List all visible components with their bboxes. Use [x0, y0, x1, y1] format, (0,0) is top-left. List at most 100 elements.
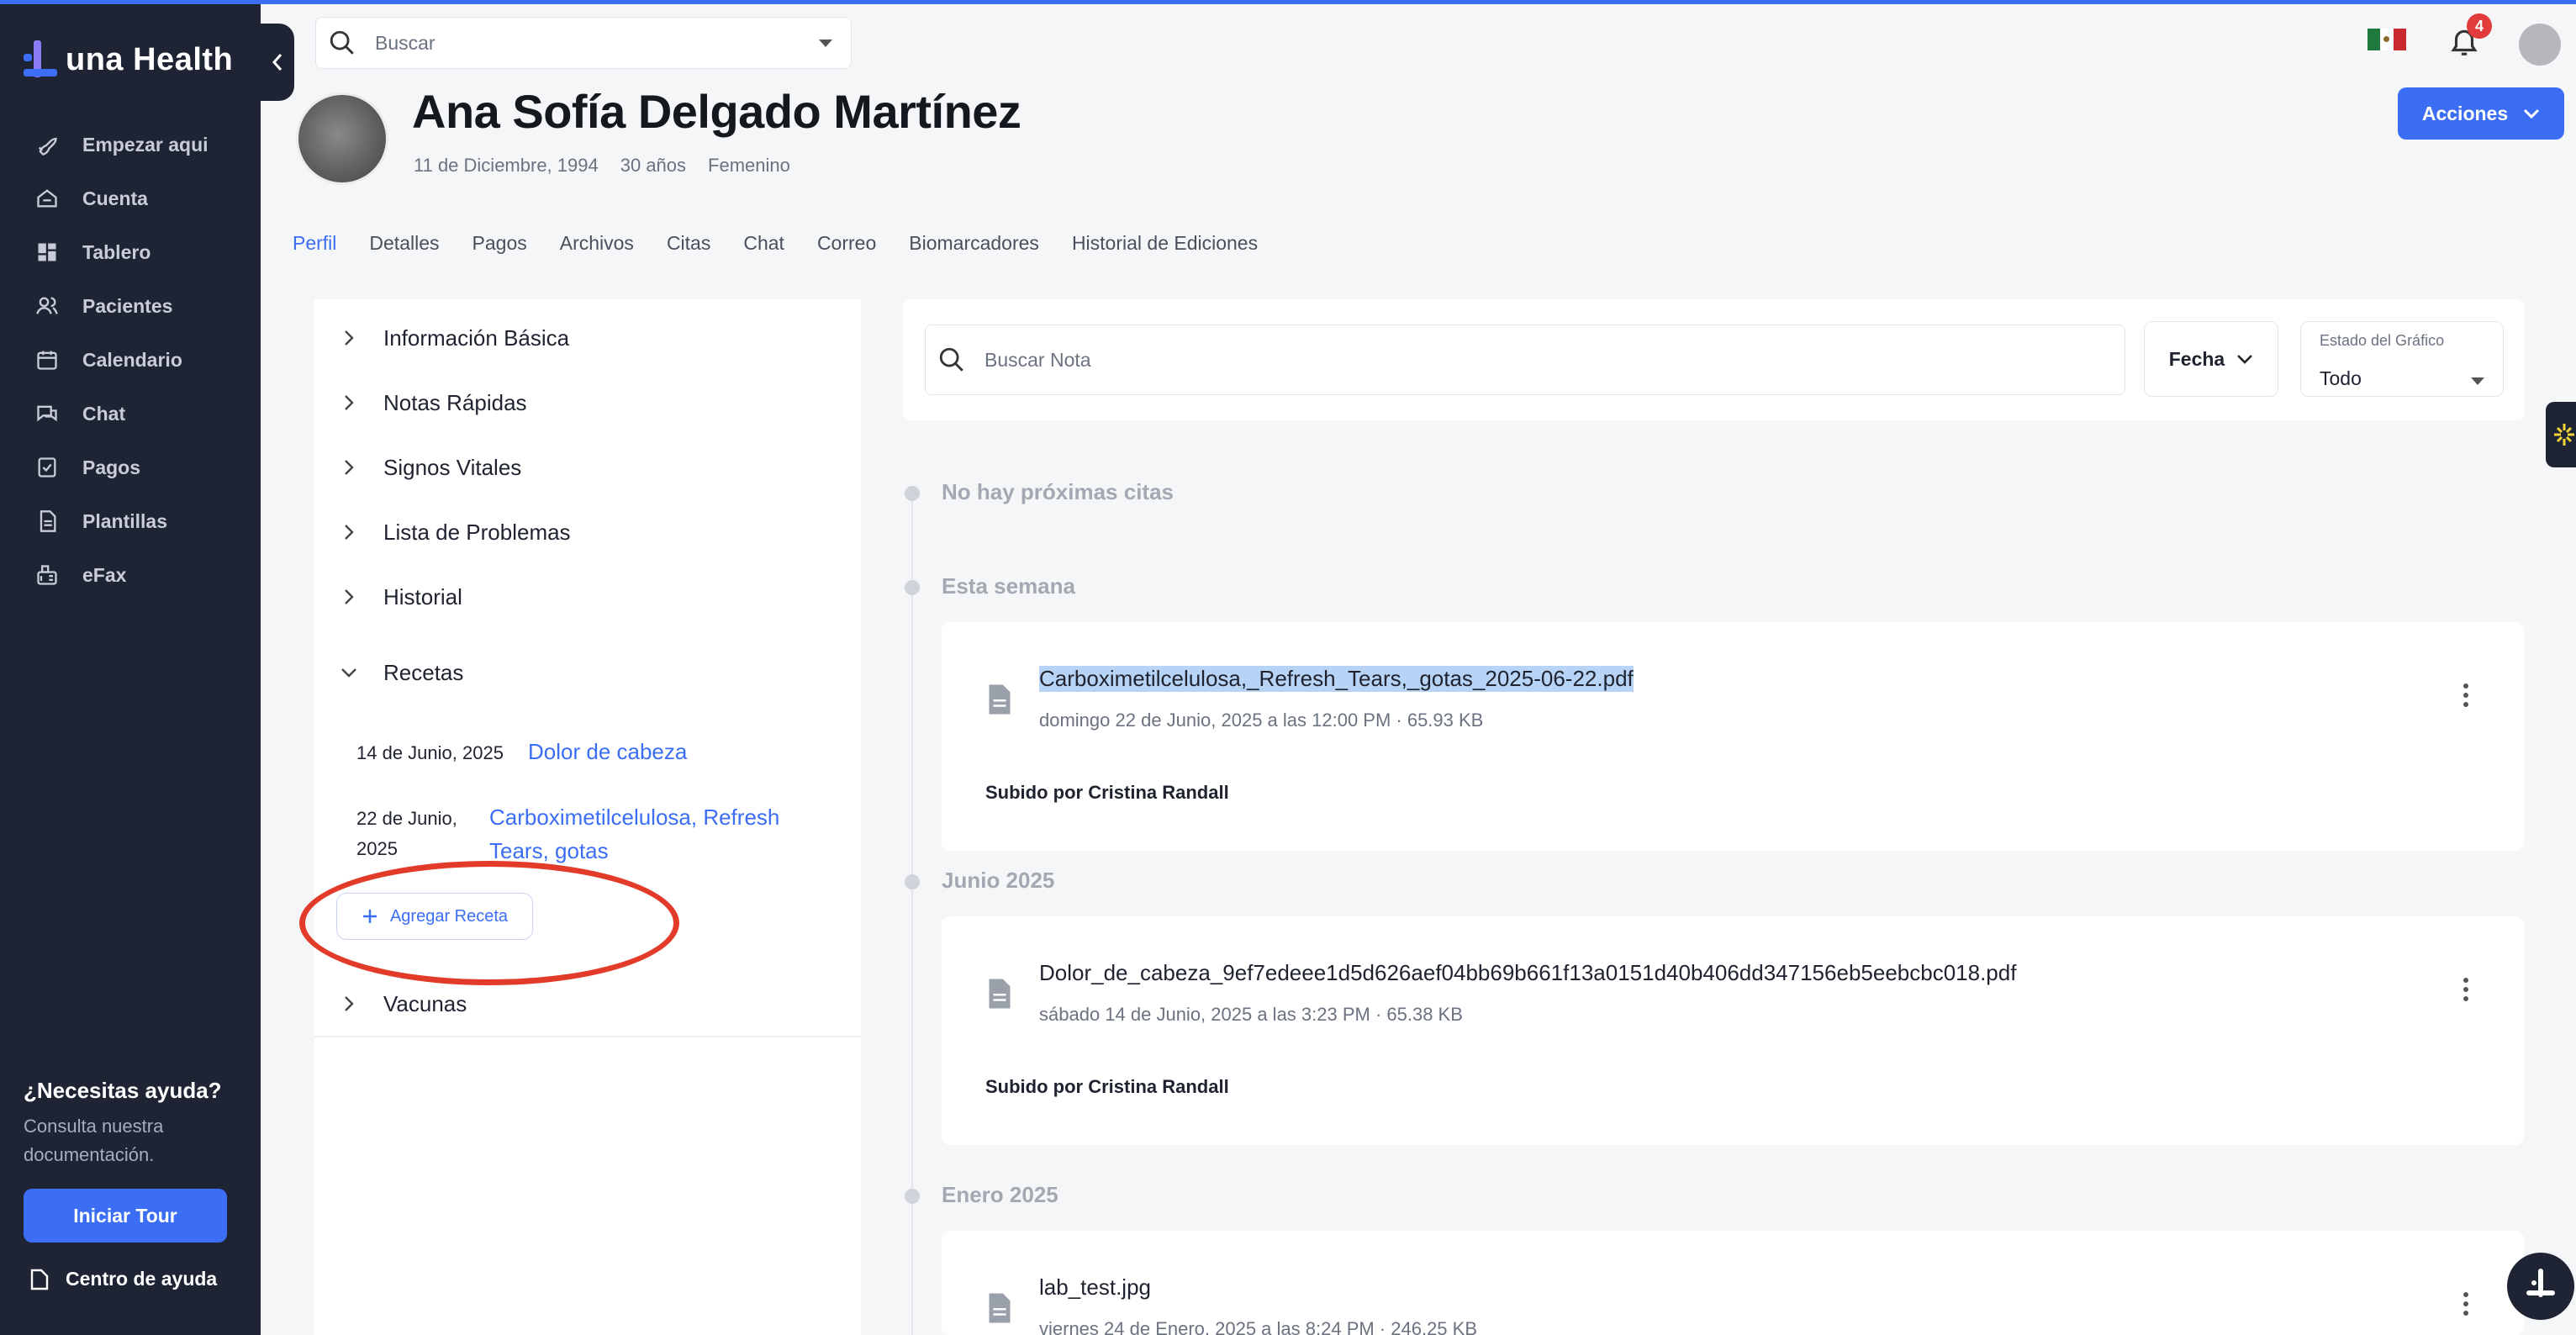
user-avatar[interactable] — [2519, 24, 2561, 66]
section-signos-vitales[interactable]: Signos Vitales — [314, 442, 861, 493]
sidebar-item-label: eFax — [82, 563, 127, 586]
date-filter-button[interactable]: Fecha — [2144, 321, 2278, 397]
section-informacion-basica[interactable]: Información Básica — [314, 313, 861, 363]
chevron-left-icon — [272, 54, 282, 71]
notification-badge: 4 — [2467, 13, 2492, 39]
tab-pagos[interactable]: Pagos — [472, 232, 527, 255]
tab-detalles[interactable]: Detalles — [369, 232, 439, 255]
tab-perfil[interactable]: Perfil — [293, 232, 336, 255]
help-center-link[interactable]: Centro de ayuda — [30, 1268, 217, 1290]
section-label: Vacunas — [383, 990, 467, 1016]
note-search-input[interactable]: Buscar Nota — [925, 325, 2125, 395]
timeline-group-label: No hay próximas citas — [942, 479, 1174, 504]
patient-name: Ana Sofía Delgado Martínez — [412, 85, 1021, 138]
sidebar-item-label: Pagos — [82, 456, 141, 478]
help-fab-button[interactable] — [2507, 1253, 2574, 1320]
tab-correo[interactable]: Correo — [817, 232, 876, 255]
tab-archivos[interactable]: Archivos — [560, 232, 634, 255]
chevron-down-icon — [341, 668, 356, 678]
help-title: ¿Necesitas ayuda? — [24, 1078, 222, 1103]
section-label: Historial — [383, 583, 462, 609]
chevron-right-icon — [345, 395, 354, 410]
sidebar-item-pagos[interactable]: Pagos — [0, 441, 261, 494]
patient-avatar — [296, 92, 388, 185]
tab-historial-ediciones[interactable]: Historial de Ediciones — [1072, 232, 1258, 255]
file-uploader: Subido por Cristina Randall — [985, 1076, 1229, 1097]
chat-icon — [37, 405, 57, 422]
chevron-right-icon — [345, 996, 354, 1011]
section-historial[interactable]: Historial — [314, 572, 861, 622]
sidebar-item-label: Empezar aqui — [82, 133, 209, 156]
sidebar-item-calendario[interactable]: Calendario — [0, 333, 261, 387]
start-tour-button[interactable]: Iniciar Tour — [24, 1189, 227, 1243]
mexico-flag-icon[interactable] — [2367, 29, 2406, 50]
file-name[interactable]: Carboximetilcelulosa,_Refresh_Tears,_got… — [1039, 666, 1634, 692]
chevron-down-icon — [2237, 355, 2253, 364]
sidebar: una Health Empezar aqui Cuenta Tablero P… — [0, 0, 261, 1335]
chevron-down-icon[interactable] — [819, 40, 832, 47]
logo-cross-icon — [2526, 1269, 2555, 1297]
search-placeholder: Buscar — [375, 31, 435, 54]
timeline-group-label: Enero 2025 — [942, 1182, 1058, 1207]
file-document-icon — [989, 1293, 1011, 1323]
file-card[interactable]: lab_test.jpg viernes 24 de Enero, 2025 a… — [942, 1231, 2524, 1335]
global-search-input[interactable]: Buscar — [315, 17, 852, 69]
more-options-icon[interactable] — [2463, 1288, 2470, 1320]
file-card[interactable]: Dolor_de_cabeza_9ef7edeee1d5d626aef04bb6… — [942, 916, 2524, 1145]
timeline-group-label: Esta semana — [942, 573, 1075, 599]
top-accent-bar — [0, 0, 2576, 4]
prescription-link[interactable]: Carboximetilcelulosa, Refresh Tears, got… — [489, 800, 779, 868]
sidebar-item-empezar[interactable]: Empezar aqui — [0, 118, 261, 171]
feedback-widget[interactable] — [2546, 402, 2576, 467]
sidebar-item-chat[interactable]: Chat — [0, 387, 261, 441]
search-icon — [330, 30, 354, 55]
sidebar-item-tablero[interactable]: Tablero — [0, 225, 261, 279]
notes-filter-bar: Buscar Nota Fecha Estado del Gráfico Tod… — [903, 299, 2524, 420]
more-options-icon[interactable] — [2463, 679, 2470, 711]
tab-chat[interactable]: Chat — [743, 232, 784, 255]
prescription-link[interactable]: Dolor de cabeza — [528, 735, 687, 768]
file-document-icon — [989, 979, 1011, 1009]
chart-status-select[interactable]: Estado del Gráfico Todo — [2300, 321, 2504, 397]
section-recetas[interactable]: Recetas — [314, 647, 861, 698]
tab-biomarcadores[interactable]: Biomarcadores — [909, 232, 1039, 255]
sidebar-item-plantillas[interactable]: Plantillas — [0, 494, 261, 548]
file-name[interactable]: lab_test.jpg — [1039, 1274, 1151, 1301]
receipt-icon — [38, 457, 56, 478]
actions-button[interactable]: Acciones — [2398, 87, 2564, 140]
users-icon — [36, 297, 58, 314]
sidebar-item-pacientes[interactable]: Pacientes — [0, 279, 261, 333]
file-document-icon — [989, 684, 1011, 715]
sidebar-item-cuenta[interactable]: Cuenta — [0, 171, 261, 225]
section-notas-rapidas[interactable]: Notas Rápidas — [314, 377, 861, 428]
help-box: ¿Necesitas ayuda? Consulta nuestra docum… — [24, 1078, 242, 1169]
file-uploader: Subido por Cristina Randall — [985, 782, 1229, 803]
section-vacunas[interactable]: Vacunas — [314, 979, 861, 1029]
more-options-icon[interactable] — [2463, 974, 2470, 1005]
section-lista-problemas[interactable]: Lista de Problemas — [314, 507, 861, 557]
chevron-right-icon — [345, 525, 354, 540]
prescription-date: 22 de Junio, 2025 — [356, 808, 457, 859]
sidebar-item-efax[interactable]: eFax — [0, 548, 261, 602]
red-annotation-circle — [299, 861, 679, 985]
chevron-down-icon — [2471, 377, 2484, 385]
help-subtitle: Consulta nuestra documentación. — [24, 1116, 164, 1165]
app-name: una Health — [66, 41, 234, 77]
chevron-right-icon — [345, 330, 354, 346]
file-meta: domingo 22 de Junio, 2025 a las 12:00 PM… — [1039, 710, 1484, 731]
grid-icon — [38, 243, 56, 261]
sidebar-nav: Empezar aqui Cuenta Tablero Pacientes Ca… — [0, 118, 261, 602]
chevron-right-icon — [345, 589, 354, 604]
patient-birthdate: 11 de Diciembre, 1994 — [414, 155, 599, 176]
actions-label: Acciones — [2421, 102, 2509, 124]
date-filter-label: Fecha — [2168, 347, 2225, 370]
collapse-sidebar-button[interactable] — [261, 24, 294, 101]
chart-status-value: Todo — [2320, 367, 2362, 389]
patient-age: 30 años — [620, 155, 687, 176]
timeline-dot — [905, 1189, 920, 1204]
tab-citas[interactable]: Citas — [667, 232, 710, 255]
app-logo[interactable]: una Health — [22, 37, 233, 82]
file-meta: viernes 24 de Enero, 2025 a las 8:24 PM … — [1039, 1318, 1477, 1335]
file-name[interactable]: Dolor_de_cabeza_9ef7edeee1d5d626aef04bb6… — [1039, 960, 2016, 986]
file-card[interactable]: Carboximetilcelulosa,_Refresh_Tears,_got… — [942, 622, 2524, 851]
